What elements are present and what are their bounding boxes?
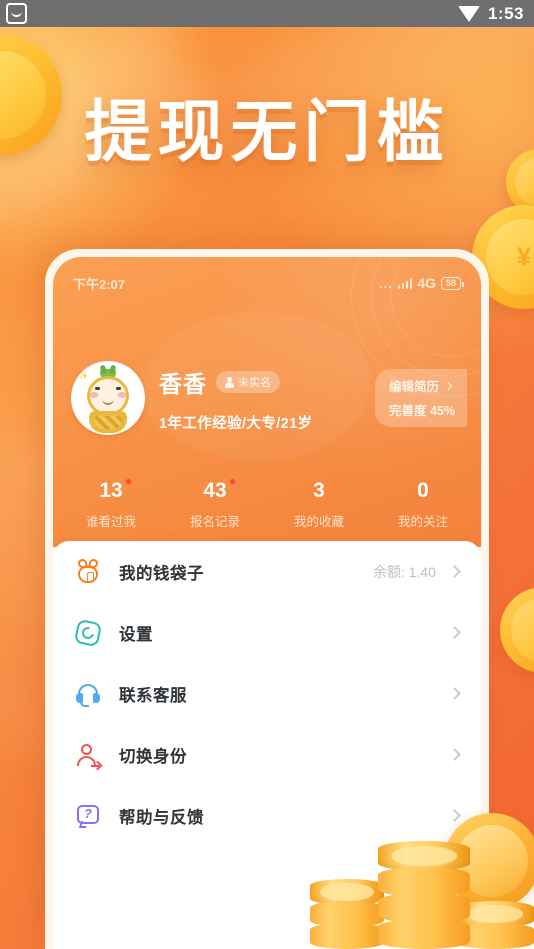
menu-item-label: 切换身份 (119, 747, 187, 766)
menu-item-label: 帮助与反馈 (119, 808, 204, 827)
inbox-app-icon (6, 3, 27, 24)
stats-row: 13 谁看过我 43 报名记录 3 我的收藏 0 我的关注 (53, 478, 481, 530)
chevron-right-icon (448, 565, 461, 578)
chevron-right-icon (448, 687, 461, 700)
menu-item-switch-identity[interactable]: 切换身份 (75, 724, 461, 785)
wifi-icon (457, 5, 480, 22)
stat-number: 13 (99, 479, 123, 502)
avatar-eye (95, 387, 100, 390)
edit-resume-button[interactable]: 编辑简历 完善度 45% (375, 369, 467, 427)
edit-resume-label: 编辑简历 (389, 380, 440, 394)
stat-label: 我的收藏 (293, 515, 344, 529)
help-question-icon: ? (75, 803, 101, 829)
profile-header: 下午2:07 ... 4G 58 ✨ 香香 未实名 1年工作经验/大专/21岁 … (53, 257, 481, 547)
sparkle-decoration: ✨ (79, 373, 88, 380)
wallet-balance: 余额: 1.40 (372, 563, 436, 580)
stat-label: 报名记录 (189, 515, 240, 529)
phone-status-right: ... 4G 58 (378, 275, 464, 291)
phone-screen: 下午2:07 ... 4G 58 ✨ 香香 未实名 1年工作经验/大专/21岁 … (53, 257, 481, 949)
battery-icon: 58 (440, 276, 464, 290)
stat-item-applications[interactable]: 43 报名记录 (163, 478, 267, 530)
stat-value: 43 (203, 478, 236, 503)
menu-item-label: 联系客服 (119, 686, 187, 705)
avatar-cheek (90, 392, 98, 398)
stat-value: 13 (99, 478, 132, 503)
status-badge-label: 未实名 (238, 377, 271, 389)
network-type-label: 4G (417, 275, 436, 291)
menu-item-settings[interactable]: 设置 (73, 602, 461, 663)
poster-headline: 提现无门槛 (84, 93, 450, 171)
notification-dot (228, 478, 236, 485)
person-icon (225, 376, 234, 388)
menu-item-label: 设置 (119, 625, 153, 644)
status-bar-clock: 1:53 (487, 3, 524, 23)
chevron-right-icon (443, 381, 453, 390)
menu-item-label: 我的钱袋子 (119, 564, 204, 583)
stat-value: 3 (313, 479, 325, 502)
menu-item-help-feedback[interactable]: ? 帮助与反馈 (75, 785, 461, 846)
promo-poster-background: ¥ 提现无门槛 下午2:07 ... 4G 58 ✨ 香香 未实名 1年工作经验… (0, 27, 534, 949)
signal-dots: ... (378, 275, 393, 291)
stat-item-following[interactable]: 0 我的关注 (371, 479, 475, 530)
bottom-white-base (53, 877, 534, 949)
menu-item-wallet[interactable]: 我的钱袋子 余额: 1.40 (75, 541, 461, 602)
resume-completion-label: 完善度 45% (389, 404, 455, 418)
stat-label: 我的关注 (397, 515, 448, 529)
status-badge[interactable]: 未实名 (216, 371, 280, 393)
signal-bars-icon (397, 277, 413, 289)
phone-status-bar: 下午2:07 ... 4G 58 (53, 257, 481, 299)
stat-item-viewed-me[interactable]: 13 谁看过我 (59, 478, 163, 530)
stat-value: 0 (417, 479, 429, 502)
status-bar-right: 1:53 (457, 3, 524, 24)
switch-user-icon (75, 742, 101, 768)
stat-item-favorites[interactable]: 3 我的收藏 (267, 479, 371, 530)
chevron-right-icon (448, 809, 461, 822)
android-status-bar: 1:53 (0, 0, 534, 27)
chevron-right-icon (448, 626, 461, 639)
user-name: 香香 (159, 371, 207, 397)
menu-item-contact-support[interactable]: 联系客服 (75, 663, 461, 724)
stat-label: 谁看过我 (85, 515, 136, 529)
edit-resume-top: 编辑简历 (389, 376, 455, 395)
phone-clock: 下午2:07 (73, 276, 126, 292)
notification-dot (124, 478, 132, 485)
phone-mockup: 下午2:07 ... 4G 58 ✨ 香香 未实名 1年工作经验/大专/21岁 … (45, 249, 489, 949)
gear-icon (73, 618, 103, 647)
stat-number: 43 (203, 479, 227, 502)
gold-coin-icon (500, 587, 534, 673)
status-bar-left (6, 3, 27, 24)
avatar-cheek (118, 392, 126, 398)
chevron-right-icon (448, 748, 461, 761)
avatar[interactable]: ✨ (71, 361, 145, 435)
avatar-eye (116, 387, 121, 390)
avatar-body (89, 411, 127, 433)
headset-icon (75, 681, 101, 707)
money-bag-icon (75, 557, 101, 585)
